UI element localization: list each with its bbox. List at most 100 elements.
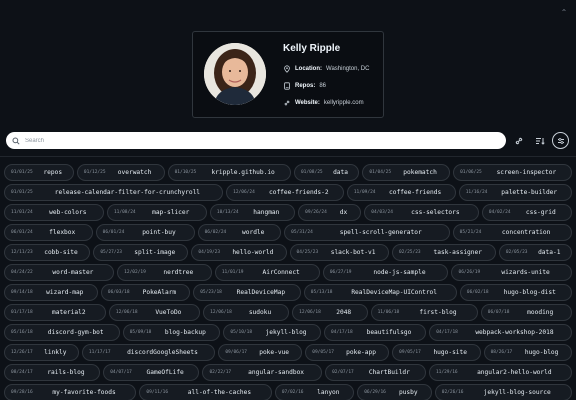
repo-chip[interactable]: 06/01/24 point-buy <box>95 224 195 241</box>
repo-chip[interactable]: 01/06/25 screen-inspector <box>453 164 572 181</box>
repo-chip[interactable]: 05/31/24 spell-scroll-generator <box>284 224 450 241</box>
repo-chip[interactable]: 04/03/24 css-selectors <box>364 204 479 221</box>
repo-chip[interactable]: 12/11/23 cobb-site <box>4 244 91 261</box>
repo-chip[interactable]: 11/01/24 web-colors <box>4 204 104 221</box>
repo-date: 11/09/24 <box>353 190 376 195</box>
repo-chip[interactable]: 11/09/24 coffee-friends <box>346 184 456 201</box>
repo-chip[interactable]: 04/24/22 word-master <box>4 264 115 281</box>
repo-chip[interactable]: 05/10/18 jekyll-blog <box>223 324 322 341</box>
repo-chip[interactable]: 12/26/17 linkly <box>4 344 79 361</box>
repo-name: slack-bot-v1 <box>330 249 376 256</box>
repo-chip[interactable]: 06/27/19 node-js-sample <box>322 264 449 281</box>
sort-button[interactable] <box>531 132 548 149</box>
repo-chip[interactable]: 11/29/16 angular2-hello-world <box>428 364 572 381</box>
repo-chip[interactable]: 11/08/24 map-slicer <box>106 204 207 221</box>
repo-chip[interactable]: 09/05/17 poke-app <box>305 344 390 361</box>
repo-name: wordle <box>242 229 265 236</box>
repo-chip[interactable]: 05/13/18 RealDeviceMap-UIControl <box>303 284 457 301</box>
repo-chip[interactable]: 04/25/23 slack-bot-v1 <box>289 244 389 261</box>
repo-name: word-master <box>52 269 94 276</box>
repo-date: 11/08/24 <box>113 210 136 215</box>
repo-date: 02/22/17 <box>209 370 232 375</box>
repo-date: 04/17/18 <box>436 330 458 335</box>
repo-chip[interactable]: 09/14/18 wizard-map <box>4 284 98 301</box>
repo-chip[interactable]: 02/05/23 data-1 <box>498 244 572 261</box>
repo-chip[interactable]: 08/26/17 hugo-blog <box>483 344 572 361</box>
repo-date: 04/07/17 <box>110 370 132 375</box>
repo-chip[interactable]: 04/19/23 hello-world <box>191 244 287 261</box>
repo-name: map-slicer <box>152 209 190 216</box>
repo-chip[interactable]: 01/04/25 pokematch <box>362 164 451 181</box>
repo-chip[interactable]: 01/01/25 repos <box>4 164 74 181</box>
repo-chip[interactable]: 05/27/23 split-image <box>93 244 189 261</box>
repo-chip[interactable]: 02/25/23 task-assigner <box>391 244 496 261</box>
scroll-top-button[interactable]: ⌃ <box>558 7 570 19</box>
repo-chip[interactable]: 02/22/17 angular-sandbox <box>202 364 323 381</box>
repo-chip[interactable]: 10/13/24 hangman <box>209 204 296 221</box>
repo-name: flexbox <box>49 229 76 236</box>
repo-chip[interactable]: 04/17/18 beautifulsgo <box>324 324 427 341</box>
repo-chip[interactable]: 06/07/18 mooding <box>480 304 573 321</box>
repo-name: linkly <box>44 349 67 356</box>
repo-chip[interactable]: 05/21/24 concentration <box>452 224 572 241</box>
repo-chip[interactable]: 05/23/18 RealDeviceMap <box>193 284 301 301</box>
repo-date: 12/06/18 <box>210 310 232 315</box>
repo-chip[interactable]: 11/17/17 discordGoogleSheets <box>81 344 216 361</box>
repo-name: RealDeviceMap-UIControl <box>351 289 438 296</box>
repo-chip[interactable]: 09/05/17 hugo-site <box>392 344 481 361</box>
repo-date: 09/06/17 <box>225 350 248 355</box>
filter-icon <box>556 136 566 146</box>
repo-chip[interactable]: 01/10/25 kripple.github.io <box>167 164 291 181</box>
repo-chip[interactable]: 06/01/24 flexbox <box>4 224 93 241</box>
repo-chip[interactable]: 08/24/17 rails-blog <box>4 364 101 381</box>
filter-button[interactable] <box>552 132 569 149</box>
website-link[interactable]: kellyripple.com <box>324 100 364 106</box>
repo-chip[interactable]: 12/06/18 VueToDo <box>108 304 201 321</box>
repo-chip[interactable]: 06/26/19 wizards-unite <box>451 264 572 281</box>
repo-name: my-favorite-foods <box>52 389 116 396</box>
repos-value: 86 <box>319 83 327 89</box>
repo-chip[interactable]: 04/02/24 css-grid <box>481 204 573 221</box>
repo-chip[interactable]: 09/11/16 all-of-the-caches <box>139 384 272 400</box>
repo-chip[interactable]: 01/17/18 material2 <box>4 304 106 321</box>
repo-chip[interactable]: 06/02/18 hugo-blog-dist <box>459 284 572 301</box>
repo-chip[interactable]: 01/08/25 data <box>293 164 360 181</box>
repo-date: 04/19/23 <box>198 250 221 255</box>
repo-date: 06/02/24 <box>204 230 227 235</box>
repo-chip[interactable]: 06/29/16 pusby <box>357 384 432 400</box>
search-input[interactable] <box>25 137 506 144</box>
repo-chip[interactable]: 02/26/16 jekyll-blog-source <box>434 384 572 400</box>
repo-chip[interactable]: 09/06/17 poke-vue <box>218 344 303 361</box>
sort-icon <box>535 136 545 146</box>
link-toggle-button[interactable] <box>510 132 527 149</box>
repo-chip[interactable]: 04/17/18 webpack-workshop-2018 <box>429 324 572 341</box>
repo-chip[interactable]: 06/03/18 PokeAlarm <box>100 284 191 301</box>
repo-chip[interactable]: 11/16/24 palette-builder <box>458 184 572 201</box>
repo-chip[interactable]: 12/06/24 coffee-friends-2 <box>226 184 344 201</box>
repo-chip[interactable]: 12/02/19 nerdtree <box>117 264 212 281</box>
repo-chip[interactable]: 09/28/16 my-favorite-foods <box>4 384 137 400</box>
repo-date: 06/26/19 <box>458 270 481 275</box>
repo-chip[interactable]: 05/16/18 discord-gym-bot <box>4 324 120 341</box>
repo-date: 05/31/24 <box>291 230 313 235</box>
repo-chip[interactable]: 01/01/25 release-calendar-filter-for-crun… <box>4 184 224 201</box>
repo-date: 09/05/17 <box>312 350 334 355</box>
repo-chip[interactable]: 02/07/17 ChartBuildr <box>325 364 426 381</box>
repo-chip[interactable]: 06/02/24 wordle <box>197 224 282 241</box>
repo-chip[interactable]: 11/01/19 AirConnect <box>214 264 320 281</box>
repo-name: hugo-site <box>433 349 467 356</box>
repo-chip[interactable]: 11/06/18 first-blog <box>370 304 478 321</box>
search-bar[interactable] <box>6 132 506 149</box>
repo-date: 12/11/23 <box>11 250 33 255</box>
repo-chip[interactable]: 01/12/25 overwatch <box>76 164 165 181</box>
repo-chip[interactable]: 07/02/16 lanyon <box>274 384 355 400</box>
repo-date: 04/02/24 <box>488 210 511 215</box>
repo-chip[interactable]: 12/06/18 sudoku <box>203 304 290 321</box>
repo-chip[interactable]: 04/07/17 GameOfLife <box>103 364 200 381</box>
repo-chip[interactable]: 05/09/18 blog-backup <box>122 324 221 341</box>
repo-chip[interactable]: 12/06/18 2048 <box>292 304 368 321</box>
repo-name: hugo-blog <box>524 349 559 356</box>
repo-chip[interactable]: 09/26/24 dx <box>298 204 362 221</box>
repo-date: 07/02/16 <box>281 390 304 395</box>
repo-name: PokeAlarm <box>142 289 177 296</box>
